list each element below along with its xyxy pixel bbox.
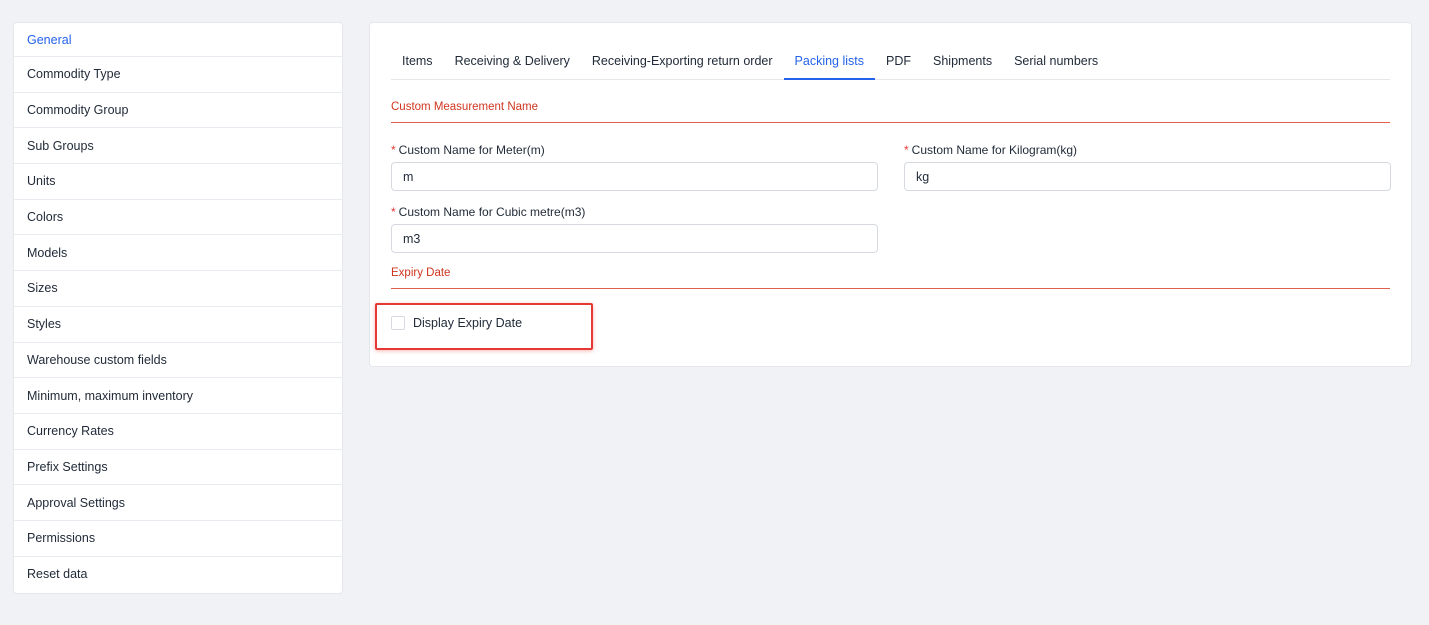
required-mark: * <box>391 205 396 219</box>
tab-receiving-exporting-return-order[interactable]: Receiving-Exporting return order <box>581 54 784 80</box>
sidebar-item-warehouse-custom-fields[interactable]: Warehouse custom fields <box>14 343 342 379</box>
tab-serial-numbers[interactable]: Serial numbers <box>1003 54 1109 80</box>
tab-items[interactable]: Items <box>391 54 444 80</box>
sidebar-item-prefix-settings[interactable]: Prefix Settings <box>14 450 342 486</box>
expiry-date-section-title: Expiry Date <box>391 267 1390 289</box>
meter-field-label-text: Custom Name for Meter(m) <box>398 143 545 157</box>
sidebar-item-approval-settings[interactable]: Approval Settings <box>14 485 342 521</box>
display-expiry-date-checkbox[interactable] <box>391 316 405 330</box>
settings-sidebar: General Commodity Type Commodity Group S… <box>13 22 343 594</box>
display-expiry-date-label: Display Expiry Date <box>413 316 523 330</box>
tab-packing-lists[interactable]: Packing lists <box>783 54 876 80</box>
settings-tabs: Items Receiving & Delivery Receiving-Exp… <box>391 43 1390 80</box>
custom-measurement-section-title: Custom Measurement Name <box>391 101 1390 123</box>
tab-pdf[interactable]: PDF <box>875 54 922 80</box>
meter-field-label: * Custom Name for Meter(m) <box>391 143 545 157</box>
tab-receiving-delivery[interactable]: Receiving & Delivery <box>444 54 581 80</box>
sidebar-item-permissions[interactable]: Permissions <box>14 521 342 557</box>
sidebar-item-models[interactable]: Models <box>14 235 342 272</box>
required-mark: * <box>391 143 396 157</box>
sidebar-item-colors[interactable]: Colors <box>14 200 342 236</box>
sidebar-item-commodity-type[interactable]: Commodity Type <box>14 57 342 93</box>
kilogram-name-input[interactable]: kg <box>904 162 1391 191</box>
meter-name-input[interactable]: m <box>391 162 878 191</box>
sidebar-item-reset-data[interactable]: Reset data <box>14 557 342 593</box>
sidebar-item-commodity-group[interactable]: Commodity Group <box>14 93 342 129</box>
cubic-metre-field-label: * Custom Name for Cubic metre(m3) <box>391 205 585 219</box>
sidebar-item-styles[interactable]: Styles <box>14 307 342 343</box>
meter-name-value: m <box>403 169 414 184</box>
cubic-metre-name-value: m3 <box>403 231 421 246</box>
sidebar-item-units[interactable]: Units <box>14 164 342 200</box>
sidebar-item-sub-groups[interactable]: Sub Groups <box>14 128 342 165</box>
settings-panel: Items Receiving & Delivery Receiving-Exp… <box>369 22 1412 367</box>
display-expiry-date-option[interactable]: Display Expiry Date <box>391 316 522 330</box>
kilogram-field-label-text: Custom Name for Kilogram(kg) <box>911 143 1078 157</box>
sidebar-item-currency-rates[interactable]: Currency Rates <box>14 414 342 450</box>
required-mark: * <box>904 143 909 157</box>
cubic-metre-name-input[interactable]: m3 <box>391 224 878 253</box>
tab-shipments[interactable]: Shipments <box>922 54 1003 80</box>
sidebar-item-general[interactable]: General <box>14 23 342 57</box>
cubic-metre-field-label-text: Custom Name for Cubic metre(m3) <box>398 205 586 219</box>
kilogram-name-value: kg <box>916 169 930 184</box>
sidebar-item-sizes[interactable]: Sizes <box>14 271 342 307</box>
kilogram-field-label: * Custom Name for Kilogram(kg) <box>904 143 1077 157</box>
sidebar-item-min-max-inventory[interactable]: Minimum, maximum inventory <box>14 378 342 414</box>
